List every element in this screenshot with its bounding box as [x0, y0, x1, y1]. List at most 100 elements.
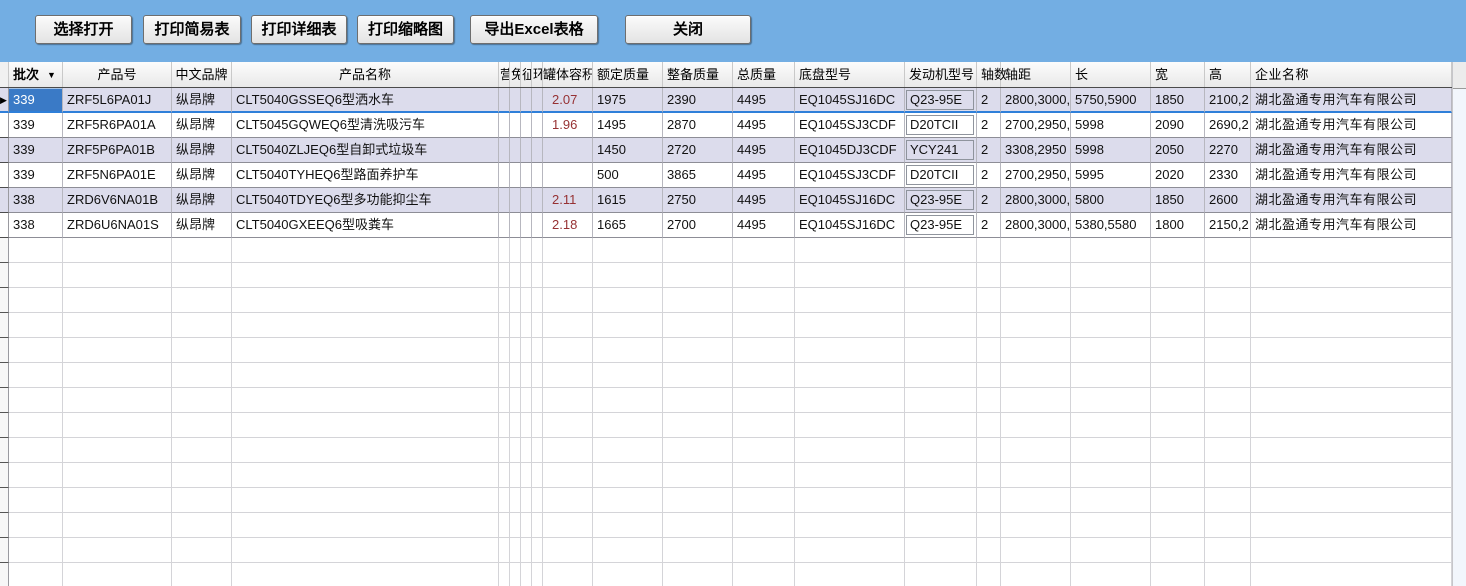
cell-rated-mass[interactable]: 1615 — [593, 188, 663, 213]
cell-length[interactable]: 5998 — [1071, 113, 1151, 138]
cell-chassis-model[interactable]: EQ1045SJ16DC — [795, 213, 905, 238]
cell-batch[interactable]: 339 — [9, 138, 63, 163]
cell-flag1[interactable] — [499, 88, 510, 113]
export-excel-button[interactable]: 导出Excel表格 — [470, 15, 598, 44]
cell-height[interactable]: 2600 — [1205, 188, 1251, 213]
cell-height[interactable]: 2100,2 — [1205, 88, 1251, 113]
cell-wheelbase[interactable]: 2700,2950, — [1001, 163, 1071, 188]
cell-flag2[interactable] — [510, 113, 521, 138]
cell-width[interactable]: 2090 — [1151, 113, 1205, 138]
cell-tank-volume[interactable]: 2.18 — [543, 213, 593, 238]
cell-product-no[interactable]: ZRD6U6NA01S — [63, 213, 172, 238]
cell-product-no[interactable]: ZRF5R6PA01A — [63, 113, 172, 138]
cell-wheelbase[interactable]: 2800,3000, — [1001, 213, 1071, 238]
cell-height[interactable]: 2150,2 — [1205, 213, 1251, 238]
cell-brand[interactable]: 纵昂牌 — [172, 113, 232, 138]
vertical-scrollbar[interactable] — [1452, 62, 1466, 586]
cell-axles[interactable]: 2 — [977, 138, 1001, 163]
cell-tank-volume[interactable]: 2.11 — [543, 188, 593, 213]
cell-length[interactable]: 5380,5580 — [1071, 213, 1151, 238]
cell-flag4[interactable] — [532, 188, 543, 213]
cell-flag3[interactable] — [521, 138, 532, 163]
column-header-flag4[interactable]: 环 — [532, 62, 543, 87]
table-row[interactable]: 339ZRF5N6PA01E纵昂牌CLT5040TYHEQ6型路面养护车5003… — [0, 163, 1452, 188]
table-row[interactable]: ▶339ZRF5L6PA01J纵昂牌CLT5040GSSEQ6型洒水车2.071… — [0, 88, 1452, 113]
row-selector[interactable] — [0, 163, 9, 188]
column-header-brand[interactable]: 中文品牌 — [172, 62, 232, 87]
cell-batch[interactable]: 339 — [9, 163, 63, 188]
cell-flag1[interactable] — [499, 213, 510, 238]
cell-curb-mass[interactable]: 2720 — [663, 138, 733, 163]
cell-chassis-model[interactable]: EQ1045DJ3CDF — [795, 138, 905, 163]
cell-flag4[interactable] — [532, 88, 543, 113]
cell-product-no[interactable]: ZRF5N6PA01E — [63, 163, 172, 188]
cell-company[interactable]: 湖北盈通专用汽车有限公司 — [1251, 188, 1452, 213]
engine-model-box[interactable]: YCY241 — [906, 140, 974, 160]
cell-company[interactable]: 湖北盈通专用汽车有限公司 — [1251, 88, 1452, 113]
cell-width[interactable]: 2020 — [1151, 163, 1205, 188]
cell-total-mass[interactable]: 4495 — [733, 88, 795, 113]
cell-engine-model[interactable]: D20TCII — [905, 163, 977, 188]
print-thumbnail-button[interactable]: 打印缩略图 — [357, 15, 454, 44]
cell-tank-volume[interactable]: 1.96 — [543, 113, 593, 138]
cell-height[interactable]: 2330 — [1205, 163, 1251, 188]
row-selector[interactable]: ▶ — [0, 88, 9, 113]
column-header-flag2[interactable]: 免 — [510, 62, 521, 87]
cell-length[interactable]: 5800 — [1071, 188, 1151, 213]
cell-flag3[interactable] — [521, 113, 532, 138]
cell-length[interactable]: 5995 — [1071, 163, 1151, 188]
row-selector[interactable] — [0, 213, 9, 238]
cell-wheelbase[interactable]: 2700,2950, — [1001, 113, 1071, 138]
column-header-rated-mass[interactable]: 额定质量 — [593, 62, 663, 87]
cell-flag4[interactable] — [532, 213, 543, 238]
cell-width[interactable]: 1850 — [1151, 188, 1205, 213]
cell-flag3[interactable] — [521, 213, 532, 238]
cell-batch[interactable]: 339 — [9, 113, 63, 138]
cell-flag2[interactable] — [510, 88, 521, 113]
cell-tank-volume[interactable] — [543, 163, 593, 188]
cell-product-name[interactable]: CLT5040ZLJEQ6型自卸式垃圾车 — [232, 138, 499, 163]
cell-batch[interactable]: 339 — [9, 88, 63, 113]
cell-chassis-model[interactable]: EQ1045SJ16DC — [795, 88, 905, 113]
row-selector[interactable] — [0, 138, 9, 163]
column-header-engine-model[interactable]: 发动机型号 — [905, 62, 977, 87]
cell-flag1[interactable] — [499, 113, 510, 138]
cell-total-mass[interactable]: 4495 — [733, 138, 795, 163]
column-header-company[interactable]: 企业名称 — [1251, 62, 1452, 87]
print-simple-table-button[interactable]: 打印简易表 — [143, 15, 241, 44]
cell-engine-model[interactable]: D20TCII — [905, 113, 977, 138]
cell-product-name[interactable]: CLT5045GQWEQ6型清洗吸污车 — [232, 113, 499, 138]
cell-length[interactable]: 5998 — [1071, 138, 1151, 163]
cell-flag2[interactable] — [510, 163, 521, 188]
column-header-height[interactable]: 高 — [1205, 62, 1251, 87]
cell-company[interactable]: 湖北盈通专用汽车有限公司 — [1251, 138, 1452, 163]
column-header-product-name[interactable]: 产品名称 — [232, 62, 499, 87]
cell-chassis-model[interactable]: EQ1045SJ3CDF — [795, 163, 905, 188]
cell-product-name[interactable]: CLT5040TYHEQ6型路面养护车 — [232, 163, 499, 188]
cell-curb-mass[interactable]: 2390 — [663, 88, 733, 113]
cell-flag2[interactable] — [510, 138, 521, 163]
cell-axles[interactable]: 2 — [977, 213, 1001, 238]
engine-model-box[interactable]: Q23-95E — [906, 215, 974, 235]
cell-engine-model[interactable]: YCY241 — [905, 138, 977, 163]
cell-flag1[interactable] — [499, 188, 510, 213]
table-row[interactable]: 339ZRF5R6PA01A纵昂牌CLT5045GQWEQ6型清洗吸污车 1.96… — [0, 113, 1452, 138]
cell-product-name[interactable]: CLT5040TDYEQ6型多功能抑尘车 — [232, 188, 499, 213]
cell-total-mass[interactable]: 4495 — [733, 163, 795, 188]
cell-wheelbase[interactable]: 2800,3000, — [1001, 188, 1071, 213]
table-row[interactable]: 338ZRD6V6NA01B纵昂牌CLT5040TDYEQ6型多功能抑尘车2.1… — [0, 188, 1452, 213]
engine-model-box[interactable]: Q23-95E — [906, 90, 974, 110]
engine-model-box[interactable]: D20TCII — [906, 115, 974, 135]
cell-product-no[interactable]: ZRF5L6PA01J — [63, 88, 172, 113]
cell-company[interactable]: 湖北盈通专用汽车有限公司 — [1251, 213, 1452, 238]
cell-axles[interactable]: 2 — [977, 188, 1001, 213]
cell-brand[interactable]: 纵昂牌 — [172, 213, 232, 238]
cell-tank-volume[interactable]: 2.07 — [543, 88, 593, 113]
cell-company[interactable]: 湖北盈通专用汽车有限公司 — [1251, 113, 1452, 138]
select-open-button[interactable]: 选择打开 — [35, 15, 132, 44]
table-row[interactable]: 339ZRF5P6PA01B纵昂牌CLT5040ZLJEQ6型自卸式垃圾车145… — [0, 138, 1452, 163]
cell-rated-mass[interactable]: 1495 — [593, 113, 663, 138]
cell-rated-mass[interactable]: 1665 — [593, 213, 663, 238]
cell-product-name[interactable]: CLT5040GXEEQ6型吸粪车 — [232, 213, 499, 238]
cell-width[interactable]: 2050 — [1151, 138, 1205, 163]
